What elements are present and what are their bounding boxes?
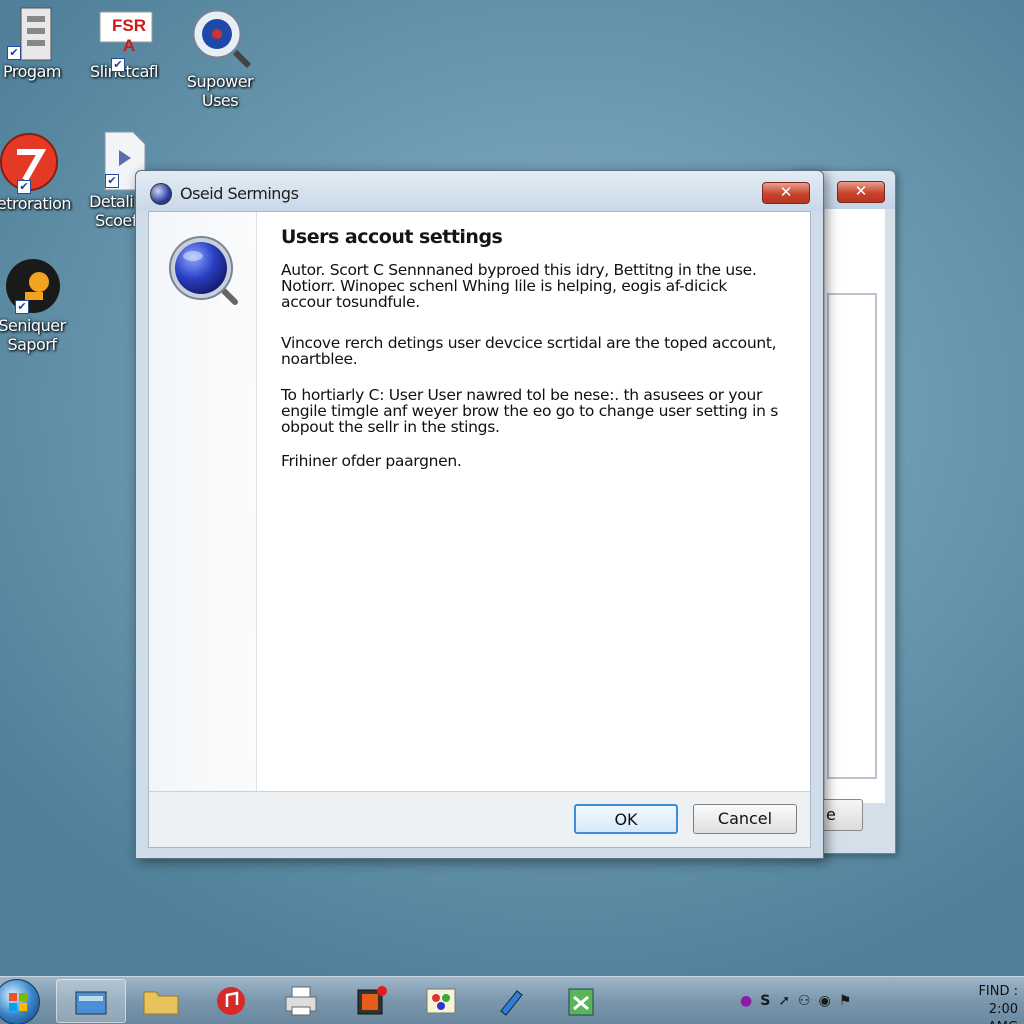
pen-icon	[500, 990, 523, 1016]
taskbar-music-button[interactable]	[196, 979, 266, 1023]
dialog-side-panel	[149, 212, 257, 791]
taskbar-spreadsheet-button[interactable]	[546, 979, 616, 1023]
tray-s-icon[interactable]: S	[760, 993, 770, 1009]
printer-icon	[285, 986, 317, 1016]
desktop-icon-label: Progam	[3, 62, 61, 81]
dialog-paragraph-2: Vincove rerch detings user devcice scrti…	[281, 334, 777, 368]
taskbar-photo-button[interactable]	[336, 979, 406, 1023]
fsr-badge: FSR A	[112, 16, 146, 55]
taskbar-printer-button[interactable]	[266, 979, 336, 1023]
tray-label: FIND :	[978, 984, 1018, 999]
checkbox-icon: ✔	[17, 180, 31, 194]
taskbar-explorer-button[interactable]	[56, 979, 126, 1023]
desktop-icon-slinctcafl[interactable]: FSR A ✔ Slinctcafl	[84, 6, 164, 81]
background-window-list-box[interactable]	[827, 293, 877, 779]
ok-button[interactable]: OK	[574, 804, 678, 834]
background-window-button[interactable]: e	[821, 799, 863, 831]
explorer-icon	[75, 991, 107, 1015]
tray-network-icon[interactable]: ⚇	[798, 993, 811, 1009]
tray-arrow-icon[interactable]: ➚	[778, 993, 790, 1009]
program-icon: ✔	[7, 6, 57, 62]
magnifier-globe-icon	[167, 234, 241, 308]
shortcut-icon: FSR A ✔	[99, 6, 153, 72]
desktop-icon-label-line2: Saporf	[7, 335, 57, 354]
taskbar-clock[interactable]: FIND : 2:00 AMG	[956, 983, 1018, 1024]
cancel-button[interactable]: Cancel	[693, 804, 797, 834]
tray-app-icon[interactable]: ●	[740, 993, 752, 1009]
checkbox-icon: ✔	[7, 46, 21, 60]
red-app-icon: ✔	[0, 130, 59, 194]
desktop-icon-seniquer-saporf[interactable]: ✔ Seniquer Saporf	[0, 256, 72, 354]
dialog-title: Oseid Sermings	[180, 184, 299, 203]
tray-volume-icon[interactable]: ◉	[819, 993, 831, 1009]
taskbar: ● S ➚ ⚇ ◉ ⚑ FIND : 2:00 AMG	[0, 976, 1024, 1024]
dialog-paragraph-3: To hortiarly C: User User nawred tol be …	[281, 386, 778, 436]
taskbar-folder-button[interactable]	[126, 979, 196, 1023]
taskbar-pinned-apps	[56, 979, 616, 1023]
magnifier-globe-icon	[191, 4, 252, 72]
start-button[interactable]	[0, 979, 40, 1024]
dialog-paragraph-1: Autor. Scort C Sennnaned byproed this id…	[281, 261, 757, 311]
globe-icon	[150, 183, 172, 205]
taskbar-pen-button[interactable]	[476, 979, 546, 1023]
music-player-icon	[217, 987, 245, 1015]
photo-viewer-icon	[357, 986, 387, 1015]
dialog-paragraph-4: Frihiner ofder paargnen.	[281, 452, 462, 470]
desktop-icon-label: Seniquer	[0, 316, 66, 335]
paint-icon	[426, 988, 456, 1014]
dialog-close-button[interactable]: ✕	[762, 182, 810, 204]
desktop-icon-etroration[interactable]: ✔ etroration	[0, 130, 74, 213]
checkbox-icon: ✔	[111, 58, 125, 72]
tray-flag-icon[interactable]: ⚑	[839, 993, 852, 1009]
taskbar-paint-button[interactable]	[406, 979, 476, 1023]
desktop-icon-program[interactable]: ✔ Progam	[0, 6, 72, 81]
system-tray: ● S ➚ ⚇ ◉ ⚑	[740, 987, 950, 1015]
document-icon: ✔	[91, 130, 146, 192]
desktop-icon-label: Supower	[186, 72, 254, 91]
desktop-icon-label: etroration	[0, 194, 72, 213]
desktop-icon-label-line2: Uses	[201, 91, 239, 110]
spreadsheet-icon	[568, 988, 594, 1016]
clock-time: 2:00 AMG	[988, 1002, 1018, 1024]
settings-dialog: Oseid Sermings ✕ Users accout settings A…	[135, 170, 824, 859]
dialog-footer: OK Cancel	[149, 791, 810, 847]
folder-icon	[143, 991, 179, 1015]
dialog-heading: Users accout settings	[281, 226, 503, 248]
background-window-close-button[interactable]: ✕	[837, 181, 885, 203]
desktop-icon-supower-uses[interactable]: Supower Uses	[180, 4, 260, 110]
windows-logo-icon	[9, 993, 27, 1011]
checkbox-icon: ✔	[105, 174, 119, 188]
dialog-body: Users accout settings Autor. Scort C Sen…	[148, 211, 811, 848]
support-icon: ✔	[6, 256, 60, 316]
checkbox-icon: ✔	[15, 300, 29, 314]
dialog-titlebar[interactable]: Oseid Sermings ✕	[136, 171, 823, 211]
